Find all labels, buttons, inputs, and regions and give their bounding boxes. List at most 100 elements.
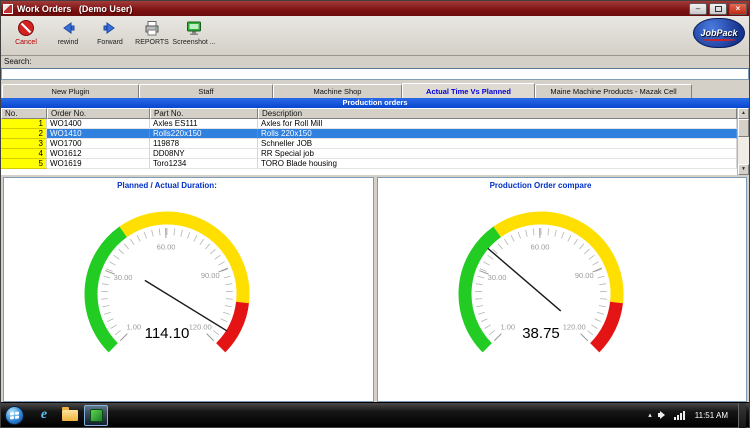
reports-button[interactable]: REPORTS: [131, 18, 173, 54]
production-order-compare-gauge: 1.00 30.00 60.00 90.00 120.0038.75: [458, 211, 623, 353]
column-header-description[interactable]: Description: [258, 108, 737, 119]
svg-text:60.00: 60.00: [157, 243, 176, 252]
cell-part-no: Rolls220x150: [150, 129, 258, 139]
system-tray: ▴ 11:51 AM: [648, 402, 749, 428]
table-row[interactable]: 2 WO1410 Rolls220x150 Rolls 220x150: [1, 129, 737, 139]
taskbar-clock[interactable]: 11:51 AM: [691, 411, 732, 420]
svg-text:60.00: 60.00: [530, 243, 549, 252]
tab-bar: New Plugin Staff Machine Shop Actual Tim…: [1, 83, 749, 98]
production-orders-table: No. Order No. Part No. Description 1 WO1…: [1, 108, 749, 175]
folder-icon: [62, 406, 78, 421]
cell-part-no: 119878: [150, 139, 258, 149]
cell-order-no: WO1612: [47, 149, 150, 159]
jobpack-app-icon: [89, 408, 103, 422]
table-row[interactable]: 4 WO1612 DD08NY RR Special job: [1, 149, 737, 159]
volume-icon[interactable]: [657, 410, 668, 420]
windows-taskbar: e ▴ 11:51 AM: [1, 402, 749, 428]
cell-part-no: DD08NY: [150, 149, 258, 159]
production-order-compare-panel: Production Order compare 1.00 30.00 60.00 9…: [376, 177, 747, 402]
cell-description: Rolls 220x150: [258, 129, 737, 139]
svg-text:30.00: 30.00: [114, 273, 133, 282]
search-input[interactable]: [1, 68, 749, 80]
table-row[interactable]: 3 WO1700 119878 Schneller JOB: [1, 139, 737, 149]
table-empty-area: [1, 169, 725, 175]
svg-text:120.00: 120.00: [189, 323, 212, 332]
rewind-button[interactable]: rewind: [47, 18, 89, 54]
rewind-icon: [58, 18, 78, 38]
tab-actual-time-vs-planned[interactable]: Actual Time Vs Planned: [402, 83, 535, 98]
scroll-up-button[interactable]: ▲: [738, 108, 749, 119]
svg-text:1.00: 1.00: [500, 323, 515, 332]
show-desktop-button[interactable]: [738, 402, 746, 428]
scroll-track[interactable]: [738, 137, 749, 164]
table-row[interactable]: 5 WO1619 Toro1234 TORO Blade housing: [1, 159, 737, 169]
tab-staff[interactable]: Staff: [139, 84, 273, 98]
table-vertical-scrollbar[interactable]: ▲ ▼: [737, 108, 749, 175]
svg-text:114.10: 114.10: [145, 325, 190, 342]
row-number: 1: [1, 119, 47, 129]
scroll-thumb[interactable]: [738, 119, 749, 137]
minimize-button[interactable]: –: [689, 2, 707, 15]
screenshot-icon: [184, 18, 204, 38]
cell-order-no: WO1700: [47, 139, 150, 149]
maximize-button[interactable]: [709, 2, 727, 15]
row-number: 4: [1, 149, 47, 159]
row-number: 2: [1, 129, 47, 139]
screenshot-button[interactable]: Screenshot ...: [172, 18, 216, 54]
hidden-icons-arrow[interactable]: ▴: [648, 411, 652, 419]
printer-icon: [142, 18, 162, 38]
windows-flag-icon: [10, 411, 19, 419]
internet-explorer-icon: e: [40, 407, 48, 422]
svg-text:120.00: 120.00: [562, 323, 585, 332]
forward-icon: [100, 18, 120, 38]
planned-actual-duration-gauge: 1.00 30.00 60.00 90.00 120.00114.10: [84, 211, 250, 353]
taskbar-internet-explorer[interactable]: e: [32, 405, 56, 426]
row-number: 5: [1, 159, 47, 169]
row-number: 3: [1, 139, 47, 149]
cancel-button[interactable]: Cancel: [5, 18, 47, 54]
svg-text:90.00: 90.00: [201, 271, 220, 280]
gauge-title: Planned / Actual Duration:: [117, 181, 217, 190]
svg-text:1.00: 1.00: [126, 323, 141, 332]
column-header-no[interactable]: No.: [1, 108, 47, 119]
cell-description: Schneller JOB: [258, 139, 737, 149]
cell-order-no: WO1410: [47, 129, 150, 139]
tab-new-plugin[interactable]: New Plugin: [2, 84, 139, 98]
search-label: Search:: [4, 57, 32, 66]
start-button[interactable]: [5, 405, 24, 425]
titlebar: Work Orders (Demo User) – ×: [1, 1, 749, 16]
jobpack-logo-text: JobPack: [700, 28, 738, 38]
tab-machine-shop[interactable]: Machine Shop: [273, 84, 402, 98]
cell-order-no: WO1400: [47, 119, 150, 129]
cell-order-no: WO1619: [47, 159, 150, 169]
app-window: Work Orders (Demo User) – × Cancel rewin…: [0, 0, 750, 428]
cell-part-no: Axles ES111: [150, 119, 258, 129]
toolbar: Cancel rewind Forward REPORTS Screenshot…: [1, 16, 749, 56]
maximize-icon: [714, 5, 722, 12]
gauge-title: Production Order compare: [489, 181, 592, 190]
column-header-part-no[interactable]: Part No.: [150, 108, 258, 119]
svg-text:90.00: 90.00: [574, 271, 593, 280]
table-header-row: No. Order No. Part No. Description: [1, 108, 737, 119]
network-icon[interactable]: [673, 410, 685, 420]
tab-maine-machine-products[interactable]: Maine Machine Products - Mazak Cell: [535, 84, 692, 98]
svg-text:30.00: 30.00: [487, 273, 506, 282]
cancel-icon: [16, 18, 36, 38]
column-header-order-no[interactable]: Order No.: [47, 108, 150, 119]
forward-button[interactable]: Forward: [89, 18, 131, 54]
taskbar-explorer[interactable]: [58, 405, 82, 426]
cell-description: TORO Blade housing: [258, 159, 737, 169]
close-button[interactable]: ×: [729, 2, 747, 15]
taskbar-app-jobpack[interactable]: [84, 404, 108, 426]
cell-description: Axles for Roll Mill: [258, 119, 737, 129]
planned-actual-duration-panel: Planned / Actual Duration: 1.00 30.00 60.0…: [3, 177, 374, 402]
production-orders-header: Production orders: [1, 98, 749, 108]
cell-description: RR Special job: [258, 149, 737, 159]
cell-part-no: Toro1234: [150, 159, 258, 169]
window-title: Work Orders (Demo User): [17, 3, 133, 14]
table-row[interactable]: 1 WO1400 Axles ES111 Axles for Roll Mill: [1, 119, 737, 129]
app-icon: [3, 3, 13, 14]
scroll-down-button[interactable]: ▼: [738, 164, 749, 175]
jobpack-logo: JobPack: [693, 18, 745, 48]
gauge-panels: Planned / Actual Duration: 1.00 30.00 60.0…: [1, 175, 749, 404]
